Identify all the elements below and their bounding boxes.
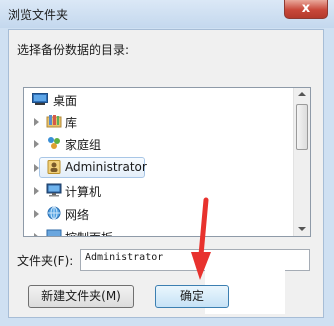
expand-arrow-icon[interactable] (34, 210, 39, 218)
tree-item-label: 桌面 (53, 94, 78, 108)
tree-item-desktop[interactable]: 桌面 (24, 90, 294, 110)
tree-item-library[interactable]: 库 (24, 112, 294, 132)
user-icon (46, 160, 62, 174)
tree-item-label: 库 (65, 116, 78, 130)
tree-item-homegroup[interactable]: 家庭组 (24, 134, 294, 154)
folder-tree[interactable]: 桌面 库 家庭组 Administrator 计算机 网络 (23, 87, 311, 237)
vertical-scrollbar[interactable] (293, 88, 310, 236)
tree-item-administrator[interactable]: Administrator (24, 157, 294, 178)
folder-label: 文件夹(F): (17, 254, 74, 268)
expand-arrow-icon[interactable] (34, 233, 39, 236)
new-folder-button[interactable]: 新建文件夹(M) (28, 285, 134, 308)
desktop-icon (32, 92, 48, 106)
ok-button[interactable]: 确定 (155, 285, 229, 308)
tree-item-label: 控制面板 (65, 229, 113, 236)
homegroup-icon (46, 136, 62, 150)
network-icon (46, 206, 62, 220)
library-icon (46, 114, 62, 128)
control-panel-icon (46, 229, 62, 236)
tree-item-label: 计算机 (65, 185, 102, 199)
prompt-text: 选择备份数据的目录: (17, 43, 130, 57)
scroll-up-icon[interactable] (298, 92, 306, 96)
tree-item-label: Administrator (65, 160, 147, 174)
computer-icon (46, 183, 62, 197)
window-title: 浏览文件夹 (8, 8, 69, 22)
scrollbar-thumb[interactable] (296, 104, 308, 150)
tree-item-label: 家庭组 (65, 138, 102, 152)
tree-item-control-panel[interactable]: 控制面板 (24, 227, 294, 236)
title-bar[interactable]: 浏览文件夹 x (0, 0, 334, 28)
scroll-down-icon[interactable] (298, 227, 306, 231)
expand-arrow-icon[interactable] (34, 140, 39, 148)
expand-arrow-icon[interactable] (34, 187, 39, 195)
tree-item-label: 网络 (65, 208, 90, 222)
close-button[interactable]: x (284, 0, 328, 19)
expand-arrow-icon[interactable] (34, 164, 39, 172)
tree-item-computer[interactable]: 计算机 (24, 181, 294, 201)
expand-arrow-icon[interactable] (34, 118, 39, 126)
tree-item-network[interactable]: 网络 (24, 204, 294, 224)
close-icon: x (301, 1, 311, 16)
